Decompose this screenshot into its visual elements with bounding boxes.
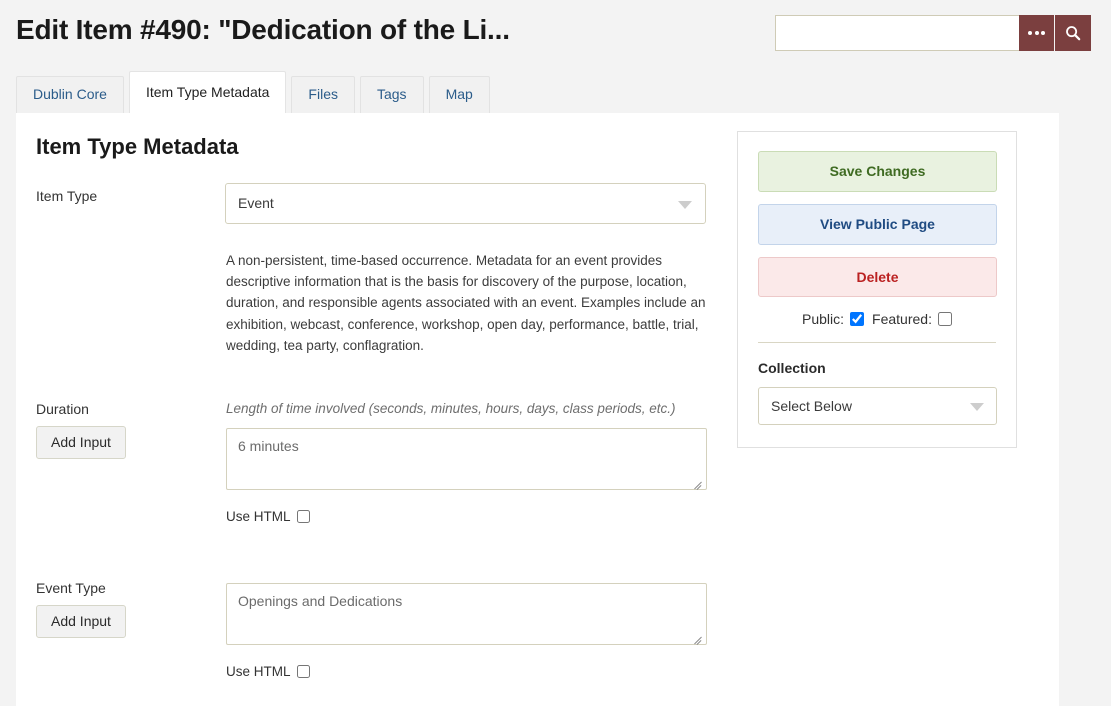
search-input[interactable] [775, 15, 1019, 51]
collection-select[interactable]: Select Below [758, 387, 997, 426]
event-type-use-html-label: Use HTML [226, 664, 291, 679]
item-type-value: Event [238, 195, 274, 211]
view-public-page-button[interactable]: View Public Page [758, 203, 997, 245]
visibility-flags-row: Public: Featured: [758, 311, 996, 342]
duration-label: Duration [36, 401, 89, 417]
duration-add-input-button[interactable]: Add Input [36, 426, 126, 460]
duration-use-html-label: Use HTML [226, 509, 291, 524]
tab-item-type-metadata[interactable]: Item Type Metadata [128, 71, 287, 114]
duration-help-text: Length of time involved (seconds, minute… [226, 401, 676, 416]
save-changes-button[interactable]: Save Changes [758, 151, 997, 192]
event-type-label: Event Type [36, 580, 106, 596]
collection-label: Collection [758, 360, 826, 377]
featured-checkbox[interactable] [937, 312, 952, 327]
delete-button[interactable]: Delete [758, 256, 997, 298]
item-type-select[interactable]: Event [225, 183, 706, 224]
duration-textarea[interactable] [226, 428, 707, 490]
duration-use-html-checkbox[interactable] [296, 510, 310, 523]
sidebar-divider [758, 342, 996, 344]
public-label: Public: [802, 311, 845, 328]
collection-value: Select Below [771, 398, 852, 415]
event-type-add-input-button[interactable]: Add Input [36, 605, 126, 639]
item-type-description: A non-persistent, time-based occurrence.… [226, 253, 706, 353]
item-type-label: Item Type [36, 188, 98, 204]
chevron-down-icon [678, 201, 692, 209]
section-title: Item Type Metadata [36, 134, 239, 159]
item-actions-sidebar: Save Changes View Public Page Delete Pub… [737, 131, 1017, 449]
search-icon [1066, 26, 1081, 41]
event-type-use-html-checkbox[interactable] [296, 665, 310, 678]
page-title: Edit Item #490: "Dedication of the Li... [16, 14, 510, 45]
ellipsis-icon [1028, 31, 1045, 35]
public-checkbox[interactable] [850, 312, 865, 327]
chevron-down-icon [970, 403, 984, 412]
duration-use-html-row: Use HTML [226, 509, 310, 524]
public-flag-group: Public: [802, 311, 865, 328]
event-type-textarea[interactable] [226, 583, 707, 645]
search-bar [775, 15, 1091, 51]
tab-bar: Dublin Core Item Type Metadata Files Tag… [16, 71, 490, 114]
content-panel: Item Type Metadata Item Type Event A non… [16, 113, 1059, 706]
featured-label: Featured: [872, 311, 932, 328]
tab-map[interactable]: Map [428, 76, 490, 114]
search-submit-button[interactable] [1055, 15, 1091, 51]
edit-item-page: Edit Item #490: "Dedication of the Li...… [0, 0, 1111, 706]
advanced-search-button[interactable] [1019, 15, 1055, 51]
page-header: Edit Item #490: "Dedication of the Li... [0, 0, 1111, 66]
event-type-use-html-row: Use HTML [226, 664, 310, 679]
tab-dublin-core[interactable]: Dublin Core [16, 76, 124, 114]
featured-flag-group: Featured: [872, 311, 952, 327]
tab-files[interactable]: Files [291, 76, 355, 114]
tab-tags[interactable]: Tags [359, 76, 424, 114]
